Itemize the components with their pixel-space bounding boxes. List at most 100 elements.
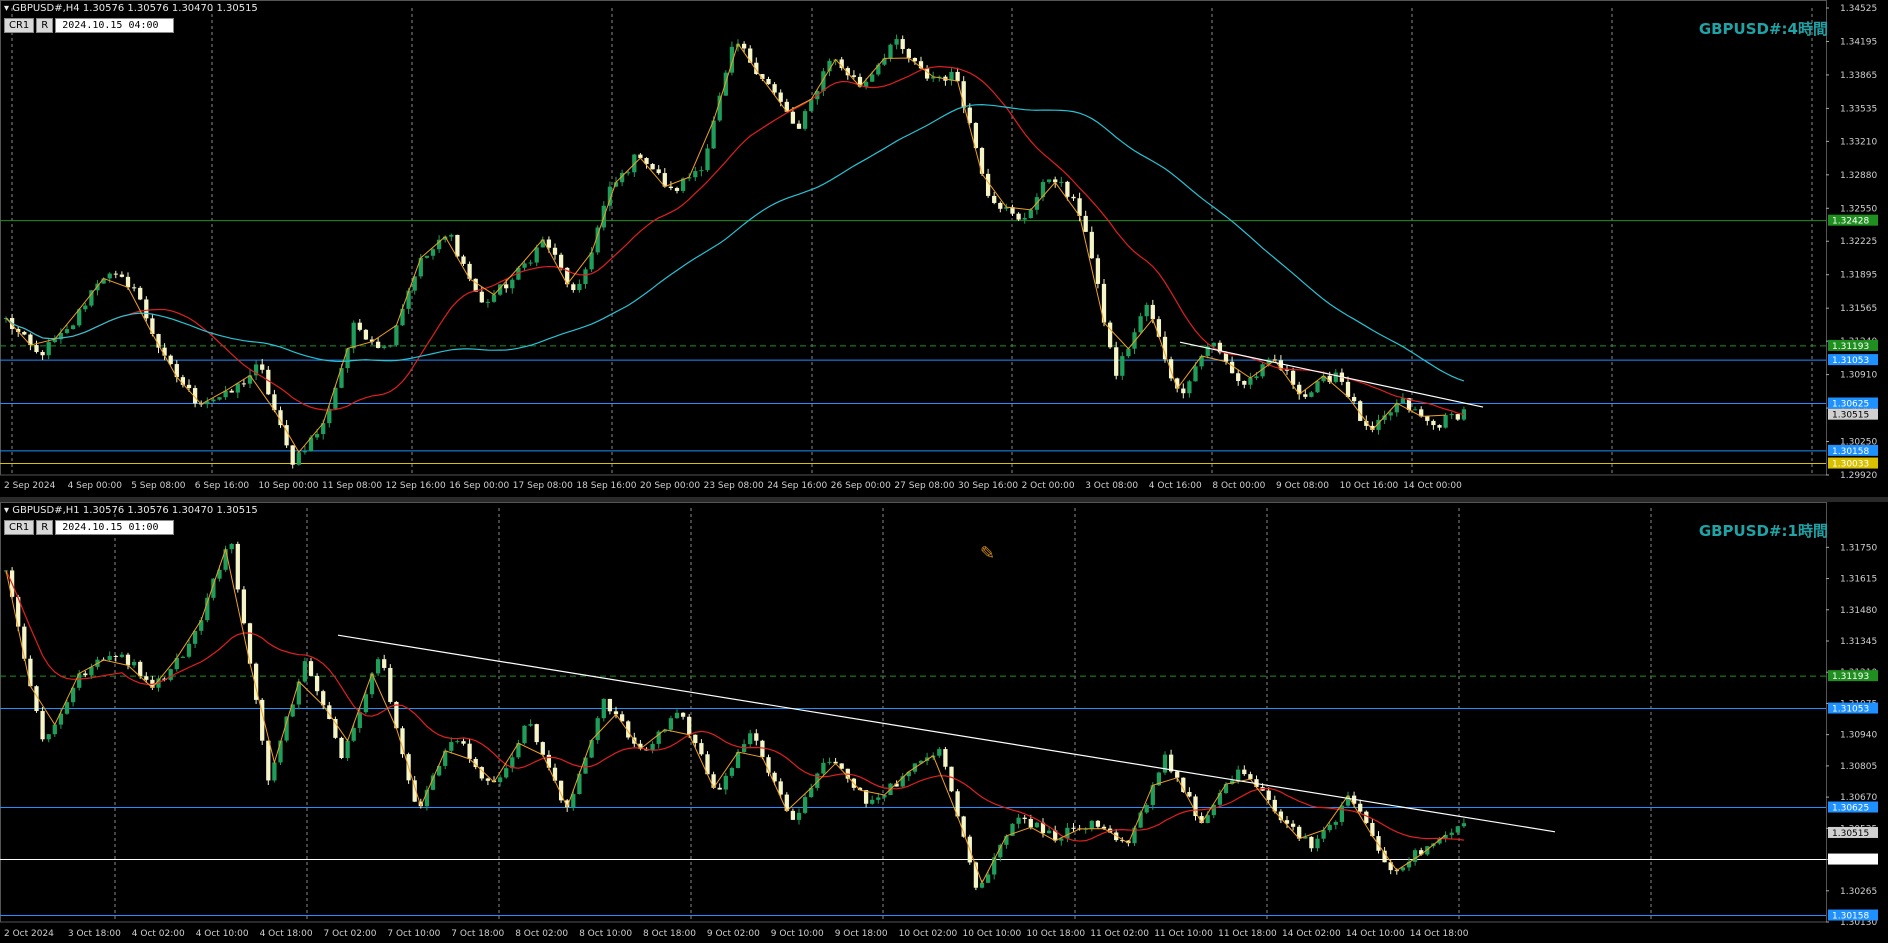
h1-chart-pane[interactable]: 1.317501.316151.314801.313451.312101.310… — [0, 502, 1888, 943]
candle-body — [1242, 769, 1247, 775]
candle-body — [1211, 342, 1216, 347]
x-tick-label: 4 Sep 00:00 — [68, 481, 123, 491]
x-tick-label: 10 Oct 02:00 — [899, 929, 958, 939]
candle-body — [351, 322, 356, 349]
h4-tag-r[interactable]: R — [36, 18, 54, 33]
candle-body — [504, 284, 509, 289]
y-tick-label: 1.31615 — [1840, 575, 1877, 585]
candle-body — [1071, 827, 1076, 829]
candle-body — [314, 675, 320, 692]
h1-cursor-date: 2024.10.15 01:00 — [55, 520, 175, 535]
y-tick-label: 1.33535 — [1840, 104, 1877, 114]
candle-body — [680, 712, 686, 717]
candle-body — [522, 725, 527, 744]
candle-body — [1144, 304, 1149, 317]
candle-body — [241, 589, 247, 624]
candle-body — [70, 325, 76, 330]
y-tick-label: 1.34525 — [1840, 4, 1877, 14]
x-tick-label: 11 Sep 08:00 — [322, 481, 382, 491]
candle-body — [1156, 319, 1162, 337]
candle-body — [1388, 412, 1393, 416]
h4-tag-cr1[interactable]: CR1 — [4, 18, 35, 33]
x-tick-label: 2 Sep 2024 — [4, 481, 56, 491]
candle-body — [863, 790, 869, 804]
h4-tag-row: CR1 R 2024.10.15 04:00 — [4, 18, 175, 33]
candle-body — [1364, 811, 1369, 823]
candle-body — [424, 255, 430, 258]
candle-body — [1351, 396, 1357, 402]
x-tick-label: 4 Oct 10:00 — [196, 929, 249, 939]
x-tick-label: 8 Oct 10:00 — [579, 929, 632, 939]
candle-body — [522, 263, 527, 268]
h1-header: ▾ GBPUSD#,H1 1.30576 1.30576 1.30470 1.3… — [4, 505, 258, 516]
candle-body — [351, 728, 356, 741]
candle-body — [705, 148, 710, 171]
candle-body — [504, 768, 509, 778]
ma-red-line — [5, 570, 1464, 842]
y-tick-label: 1.33210 — [1840, 137, 1877, 147]
candle-body — [272, 762, 277, 781]
h1-chart-canvas[interactable]: 1.317501.316151.314801.313451.312101.310… — [0, 502, 1888, 943]
candle-body — [186, 643, 192, 657]
x-tick-label: 4 Oct 16:00 — [1149, 481, 1202, 491]
h1-tag-cr1[interactable]: CR1 — [4, 520, 35, 535]
candle-body — [333, 718, 338, 738]
candle-body — [22, 331, 27, 335]
candle-body — [1168, 754, 1174, 772]
h4-chart-pane[interactable]: 1.34525 1.34195 1.33865 1.33535 1.33210 1.328… — [0, 0, 1888, 497]
h4-cursor-date: 2024.10.15 04:00 — [55, 18, 175, 33]
candles — [3, 541, 1467, 891]
candle-body — [1449, 832, 1454, 835]
ma-red-line — [5, 65, 1465, 416]
level-label: 1.31053 — [1832, 356, 1869, 366]
candle-body — [717, 787, 722, 790]
candle-body — [485, 301, 491, 303]
candle-body — [64, 702, 70, 714]
candle-body — [382, 346, 387, 348]
h1-tag-r[interactable]: R — [36, 520, 54, 535]
candle-body — [1065, 827, 1070, 839]
candle-body — [345, 348, 350, 369]
x-tick-label: 3 Oct 18:00 — [68, 929, 121, 939]
candle-body — [1016, 817, 1021, 824]
x-tick-label: 14 Oct 00:00 — [1403, 481, 1462, 491]
candle-body — [46, 342, 51, 356]
candle-body — [375, 341, 381, 348]
candle-body — [1449, 414, 1454, 416]
candle-body — [131, 287, 137, 289]
candle-body — [1089, 231, 1094, 259]
x-tick-label: 10 Oct 10:00 — [963, 929, 1022, 939]
candle-body — [876, 797, 881, 800]
candle-body — [754, 733, 759, 741]
y-tick-label: 1.34195 — [1840, 37, 1877, 47]
candle-body — [1162, 336, 1168, 360]
h4-chart-canvas[interactable]: 1.34525 1.34195 1.33865 1.33535 1.33210 1.328… — [0, 0, 1888, 497]
x-tick-label: 14 Oct 10:00 — [1346, 929, 1405, 939]
candle-body — [955, 71, 960, 82]
x-tick-label: 12 Sep 16:00 — [386, 481, 446, 491]
y-tick-label: 1.32550 — [1840, 204, 1877, 214]
candle-body — [89, 666, 94, 676]
candle-body — [1223, 784, 1229, 793]
triangle-down-icon[interactable]: ▾ — [4, 3, 9, 14]
candle-body — [52, 724, 57, 735]
candle-body — [1455, 826, 1460, 833]
h1-header-text: GBPUSD#,H1 1.30576 1.30576 1.30470 1.305… — [12, 505, 258, 516]
candle-body — [64, 329, 70, 333]
candle-body — [461, 741, 466, 744]
candle-body — [1248, 378, 1253, 385]
x-tick-label: 2 Oct 2024 — [4, 929, 54, 939]
candle-body — [113, 273, 118, 275]
candle-body — [1138, 316, 1143, 333]
candle-body — [131, 661, 137, 666]
candle-body — [1107, 322, 1113, 348]
candle-body — [1358, 803, 1363, 812]
candle-body — [528, 724, 533, 726]
candle-body — [1217, 792, 1223, 805]
candle-body — [290, 445, 295, 465]
candle-body — [528, 262, 533, 264]
level-label: 1.30158 — [1832, 912, 1869, 922]
candle-body — [83, 305, 88, 310]
triangle-down-icon[interactable]: ▾ — [4, 505, 9, 516]
candle-body — [430, 249, 436, 256]
